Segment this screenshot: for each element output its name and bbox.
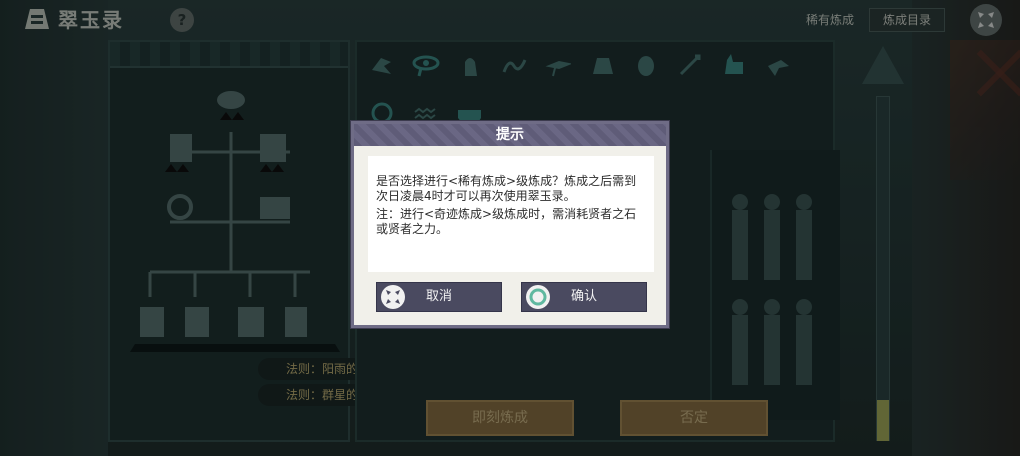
confirm-label: 确认	[570, 289, 597, 304]
dialog-message-note: 注：进行<奇迹炼成>级炼成时，需消耗贤者之石或贤者之力。	[376, 207, 637, 236]
cancel-icon	[381, 285, 405, 309]
dialog-message-box: 是否选择进行<稀有炼成>级炼成？炼成之后需到次日凌晨4时才可以再次使用翠玉录。 …	[368, 156, 654, 272]
confirm-button[interactable]: 确认	[521, 282, 647, 312]
cancel-button[interactable]: 取消	[376, 282, 502, 312]
dialog-title: 提示	[354, 124, 666, 146]
confirm-icon	[526, 285, 550, 309]
dialog-message-main: 是否选择进行<稀有炼成>级炼成？炼成之后需到次日凌晨4时才可以再次使用翠玉录。	[376, 174, 637, 203]
cancel-label: 取消	[425, 289, 452, 304]
confirm-dialog: 提示 是否选择进行<稀有炼成>级炼成？炼成之后需到次日凌晨4时才可以再次使用翠玉…	[351, 121, 669, 328]
